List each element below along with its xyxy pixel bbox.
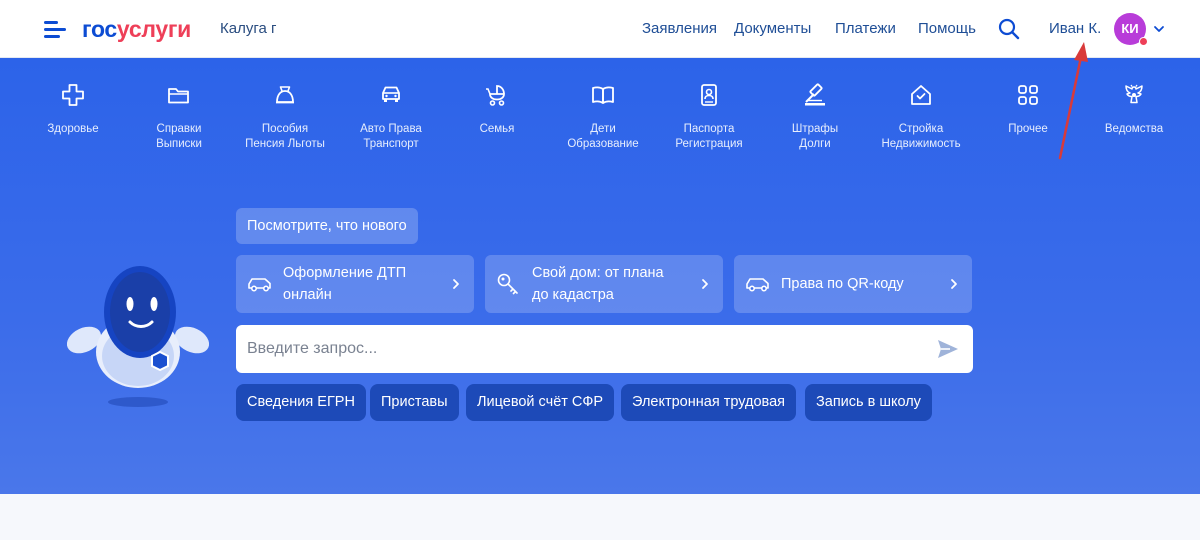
gosuslugi-logo[interactable]: госуслуги [82,16,191,43]
category-label-2: Транспорт [363,138,419,150]
category-label-2: Пенсия Льготы [245,138,325,150]
category-label: Семья [479,123,515,135]
card-own-house[interactable]: Свой дом: от плана до кадастра [485,255,723,313]
top-header: госуслуги Калуга г Заявления Документы П… [0,0,1200,58]
nav-payments[interactable]: Платежи [835,20,896,37]
whats-new-button[interactable]: Посмотрите, что нового [236,208,418,244]
plus-cross-icon [62,84,84,106]
nav-applications[interactable]: Заявления [642,20,717,37]
category-label-2: Выписки [156,138,202,150]
user-name[interactable]: Иван К. [1049,20,1101,37]
category-label: Авто Права [360,123,422,135]
category-children[interactable]: Дети Образование [553,82,653,152]
car-icon [248,278,271,292]
category-label: Штрафы [791,123,839,135]
chip-sfr-account[interactable]: Лицевой счёт СФР [466,384,615,421]
category-other[interactable]: Прочее [978,82,1078,137]
category-certificates[interactable]: Справки Выписки [129,82,229,152]
category-label-2: Долги [799,138,831,150]
category-benefits[interactable]: Пособия Пенсия Льготы [235,82,335,152]
category-passports[interactable]: Паспорта Регистрация [659,82,759,152]
nav-help[interactable]: Помощь [918,20,976,37]
category-label: Стройка [898,123,944,135]
send-icon[interactable] [936,337,960,361]
category-label-2: Регистрация [675,138,743,150]
search-box [236,325,973,373]
nav-documents[interactable]: Документы [734,20,811,37]
category-label: Здоровье [47,123,99,135]
category-label-2: Образование [567,138,639,150]
folder-icon [168,88,189,104]
house-icon [911,85,931,105]
chevron-right-icon [453,279,459,289]
chip-school-enrollment[interactable]: Запись в школу [805,384,932,421]
category-health[interactable]: Здоровье [23,82,123,137]
chevron-right-icon [702,279,708,289]
category-auto[interactable]: Авто Права Транспорт [341,82,441,152]
chevron-down-icon[interactable] [1153,24,1165,34]
logo-text-part2: услуги [116,16,191,42]
category-fines[interactable]: Штрафы Долги [765,82,865,152]
category-label: Пособия [261,123,309,135]
chip-egrn[interactable]: Сведения ЕГРН [236,384,366,421]
card-title: Оформление ДТП онлайн [283,265,407,303]
car-icon [382,86,400,102]
stroller-icon [486,85,505,106]
category-label: Прочее [1008,123,1048,135]
chevron-right-icon [951,279,957,289]
category-label: Дети [590,123,616,135]
chip-bailiffs[interactable]: Приставы [370,384,459,421]
menu-icon[interactable] [44,20,66,38]
key-icon [497,273,518,295]
card-title: Права по QR-коду [781,276,904,292]
gavel-icon [805,83,825,106]
hero-section: Здоровье Справки Выписки Пособия Пенсия … [0,58,1200,494]
category-construction[interactable]: Стройка Недвижимость [871,82,971,152]
category-label: Паспорта [683,123,735,135]
search-icon[interactable] [998,18,1020,40]
chip-work-record[interactable]: Электронная трудовая [621,384,796,421]
category-family[interactable]: Семья [447,82,547,137]
robot-mascot-image [66,266,210,407]
search-input[interactable] [236,325,926,373]
bell-money-icon [276,86,294,104]
notification-dot [1139,37,1148,46]
grid-icon [1018,85,1038,105]
car-icon [746,278,769,292]
category-agencies[interactable]: Ведомства [1084,82,1184,137]
card-accident-online[interactable]: Оформление ДТП онлайн [236,255,474,313]
book-icon [592,86,614,104]
category-label-2: Недвижимость [881,138,961,150]
category-label: Справки [156,123,202,135]
logo-text-part1: гос [82,16,117,42]
eagle-emblem-icon [1125,84,1143,104]
city-selector[interactable]: Калуга г [220,20,276,37]
passport-icon [701,84,717,106]
card-title: Свой дом: от плана до кадастра [532,265,664,303]
category-label: Ведомства [1104,123,1164,135]
card-license-qr[interactable]: Права по QR-коду [734,255,972,313]
